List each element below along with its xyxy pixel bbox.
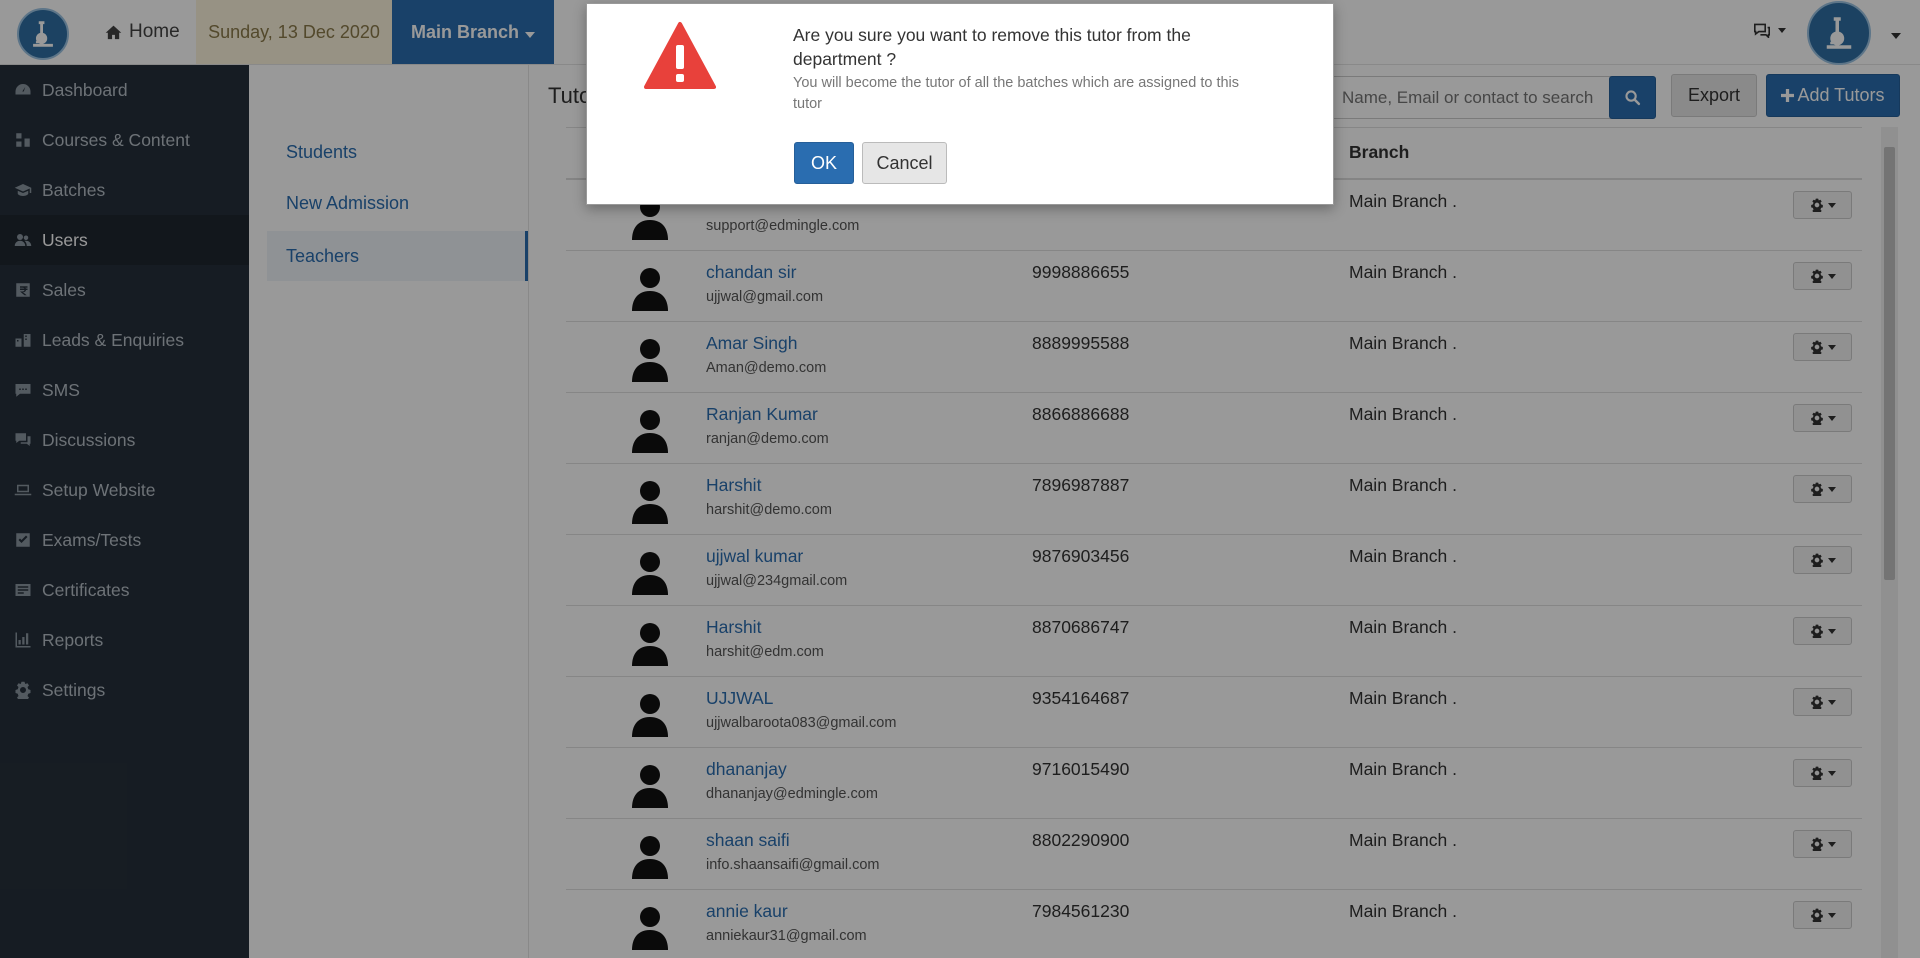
ok-button[interactable]: OK [794,142,854,184]
ok-label: OK [810,152,837,173]
dialog-message: You will become the tutor of all the bat… [793,75,1240,112]
warning-icon [644,22,716,89]
cancel-label: Cancel [876,152,933,173]
dialog-title: Are you sure you want to remove this tut… [793,25,1191,69]
confirm-dialog: Are you sure you want to remove this tut… [586,3,1334,205]
cancel-button[interactable]: Cancel [862,142,947,184]
